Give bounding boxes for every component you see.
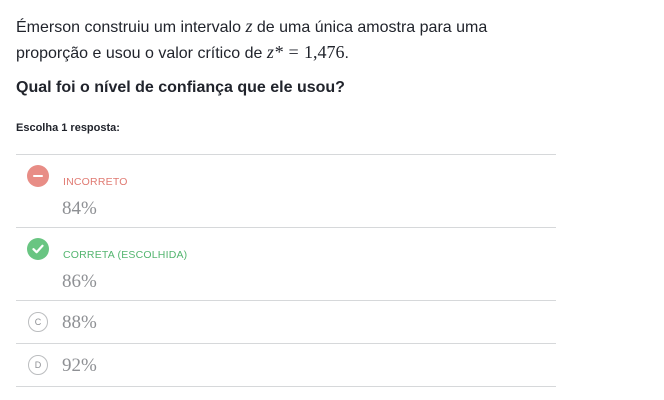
question-text: Émerson construiu um intervalo z de uma … [16, 14, 556, 66]
choice-status-incorrect: INCORRETO [63, 176, 128, 188]
question-text-before: Émerson construiu um intervalo [16, 19, 246, 36]
choice-b[interactable]: CORRETA (ESCOLHIDA) 86% [16, 228, 556, 301]
choice-letter-c: C [28, 312, 48, 332]
answer-choices: INCORRETO 84% CORRETA (ESCOLHIDA) 86% C … [16, 154, 556, 387]
critical-value-lhs: z* = [266, 42, 304, 62]
question-prompt: Qual foi o nível de confiança que ele us… [16, 79, 345, 96]
choice-a[interactable]: INCORRETO 84% [16, 155, 556, 228]
question-text-after: . [344, 45, 349, 62]
choice-letter-d: D [28, 355, 48, 375]
choice-c[interactable]: C 88% [16, 301, 556, 344]
choice-value: 92% [62, 355, 97, 376]
choice-value: 86% [62, 271, 97, 292]
choice-status-correct: CORRETA (ESCOLHIDA) [63, 249, 188, 261]
choice-d[interactable]: D 92% [16, 344, 556, 387]
minus-circle-icon [27, 165, 49, 187]
critical-value: 1,476 [303, 42, 345, 62]
choose-answer-label: Escolha 1 resposta: [16, 122, 120, 134]
choice-value: 88% [62, 312, 97, 333]
choice-value: 84% [62, 198, 97, 219]
check-circle-icon [27, 238, 49, 260]
